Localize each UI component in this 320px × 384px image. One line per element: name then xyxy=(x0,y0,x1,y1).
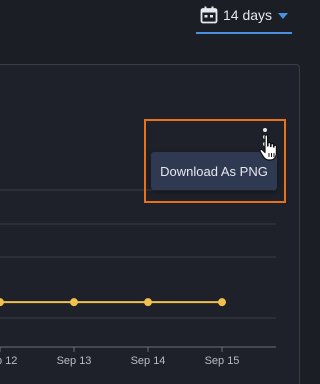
data-point[interactable] xyxy=(70,298,78,307)
menu-dot xyxy=(263,135,267,139)
menu-dot xyxy=(263,128,267,132)
data-point[interactable] xyxy=(218,298,226,307)
x-tick-label: Sep 14 xyxy=(131,355,166,367)
x-tick-labels: Sep 12 Sep 13 Sep 14 Sep 15 xyxy=(0,347,239,367)
download-png-label: Download As PNG xyxy=(160,163,268,179)
download-png-menu-item[interactable]: Download As PNG xyxy=(151,152,277,190)
x-tick-label: Sep 15 xyxy=(205,355,240,367)
menu-dot xyxy=(263,142,267,146)
series-line xyxy=(0,298,226,307)
chart-menu-button[interactable] xyxy=(259,128,271,146)
x-tick-label: Sep 12 xyxy=(0,355,17,367)
grid-lines xyxy=(0,189,276,319)
data-point[interactable] xyxy=(0,298,4,307)
data-point[interactable] xyxy=(144,298,152,307)
x-tick-label: Sep 13 xyxy=(57,355,92,367)
